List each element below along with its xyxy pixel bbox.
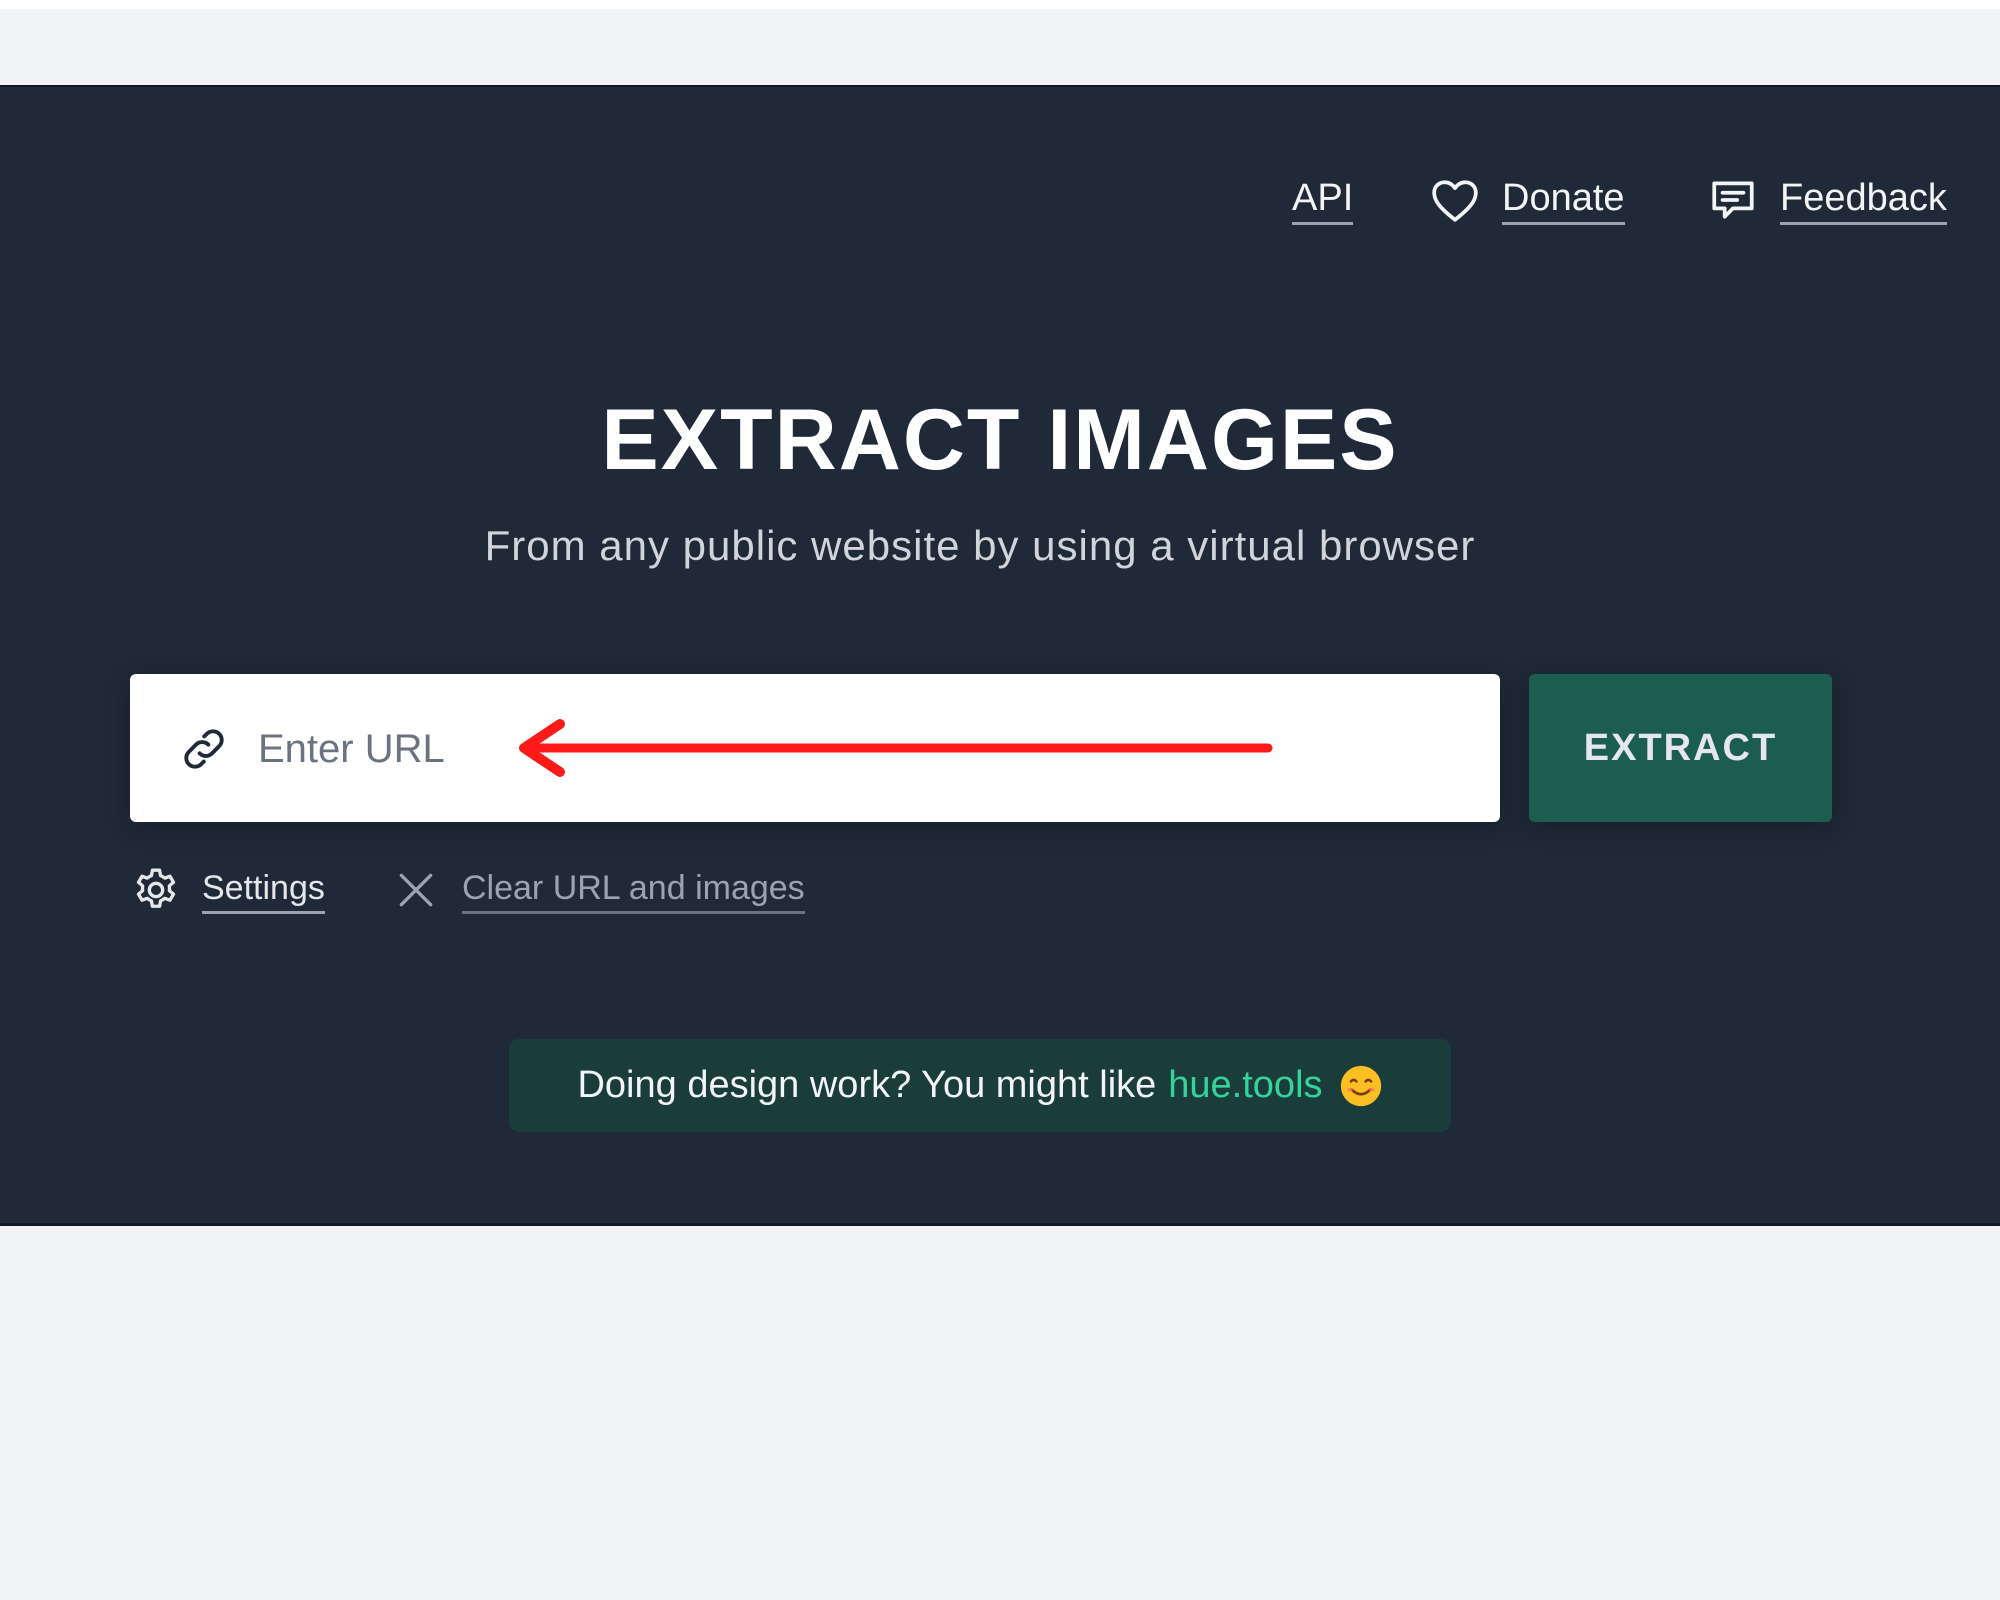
nav-donate-label: Donate [1502,176,1625,225]
red-arrow-icon [519,719,1273,777]
settings-label: Settings [202,867,325,914]
hero-bottom-border [0,1223,2000,1226]
settings-button[interactable]: Settings [130,862,325,918]
message-icon [1708,175,1758,225]
page-subtitle: From any public website by using a virtu… [484,522,1476,569]
nav-donate-link[interactable]: Donate [1430,170,1625,230]
gear-icon [130,864,182,916]
clear-url-button[interactable]: Clear URL and images [390,862,805,918]
page-top-strip [0,0,2000,9]
close-icon [390,864,442,916]
heart-icon [1430,175,1480,225]
promo-banner: Doing design work? You might like hue.to… [509,1039,1451,1132]
extract-button[interactable]: EXTRACT [1529,674,1832,822]
nav-api-label: API [1292,176,1354,225]
nav-api-link[interactable]: API [1292,170,1354,230]
link-icon [178,723,230,775]
promo-text: Doing design work? You might like [577,1064,1157,1106]
nav-feedback-link[interactable]: Feedback [1708,170,1947,230]
page-title: EXTRACT IMAGES [601,392,1399,488]
nav-feedback-label: Feedback [1780,176,1947,225]
promo-link[interactable]: hue.tools [1168,1064,1322,1107]
clear-url-label: Clear URL and images [462,867,805,914]
url-field-container[interactable] [130,674,1500,822]
smiling-face-icon [1340,1065,1381,1106]
